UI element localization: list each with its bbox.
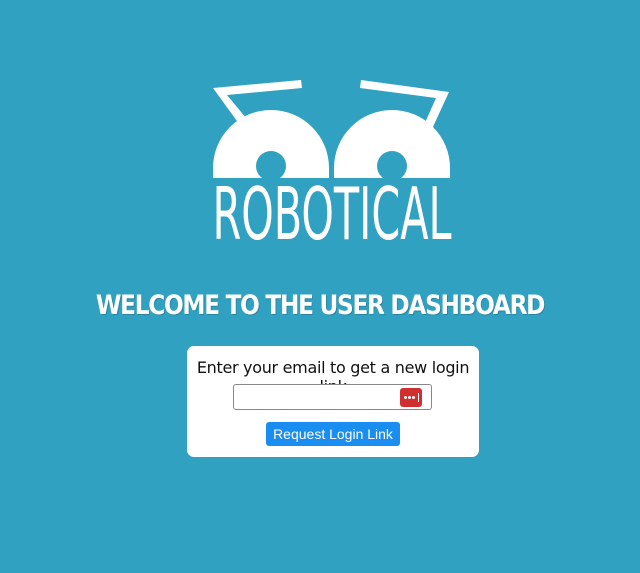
login-card: Enter your email to get a new login link… — [187, 346, 479, 457]
logo-wordmark: ROBOTICAL — [213, 172, 452, 242]
email-input[interactable] — [234, 385, 406, 409]
email-field[interactable] — [233, 384, 432, 410]
password-manager-icon[interactable] — [400, 388, 422, 407]
robotical-logo: ROBOTICAL — [209, 78, 456, 242]
welcome-heading: WELCOME TO THE USER DASHBOARD — [95, 290, 546, 321]
request-login-link-button[interactable]: Request Login Link — [266, 422, 400, 446]
